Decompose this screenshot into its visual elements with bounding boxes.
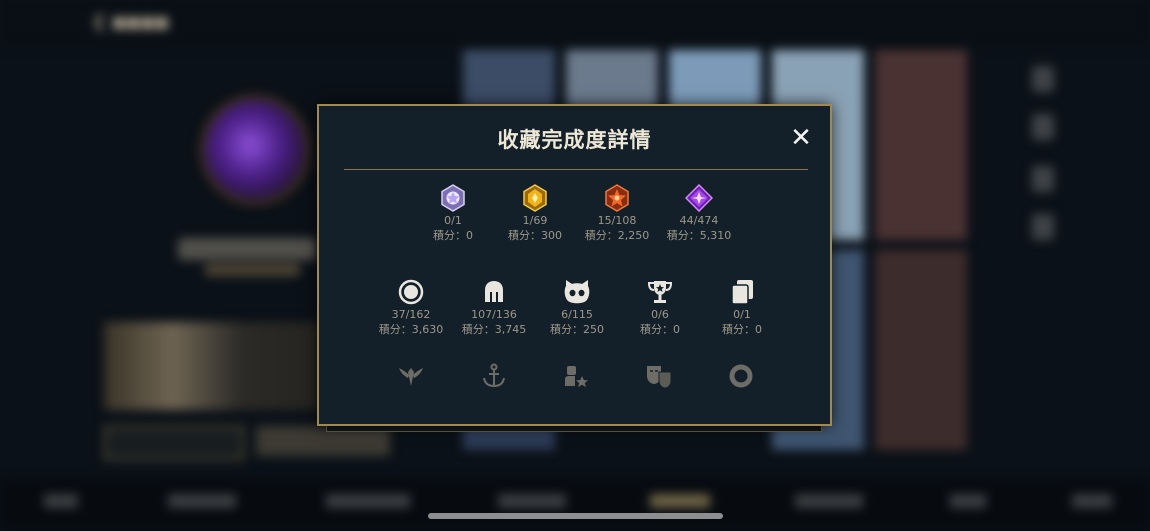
purple-white-gem-icon — [441, 184, 465, 212]
stat-score: 積分：300 — [508, 229, 562, 242]
blurred-card — [875, 50, 967, 240]
stat-circle: 37/162 積分：3,630 — [366, 278, 456, 337]
stat-count: 37/162 — [391, 308, 431, 321]
blurred-side-icon — [1032, 214, 1054, 240]
blurred-tab — [650, 494, 710, 508]
blurred-profile-name — [178, 238, 318, 260]
blurred-side-icon — [1032, 166, 1054, 192]
top-bar — [0, 0, 1150, 46]
home-indicator[interactable] — [428, 513, 723, 519]
stat-score: 積分：250 — [550, 323, 604, 336]
helmet-icon — [485, 281, 503, 302]
stat-cat-face: 6/115 積分：250 — [532, 278, 622, 337]
masks-icon — [647, 366, 672, 389]
stat-purple-white-gem: 0/1 積分：0 — [408, 184, 498, 243]
blurred-tab — [168, 494, 236, 508]
gold-gem-icon — [523, 184, 547, 212]
stat-count: 6/115 — [561, 308, 593, 321]
blurred-tab — [950, 494, 986, 508]
stat-orange-gem: 15/108 積分：2,250 — [572, 184, 662, 243]
modal-title: 收藏完成度詳情 — [497, 128, 652, 152]
blurred-tab — [326, 494, 410, 508]
stat-score: 積分：2,250 — [584, 229, 650, 242]
blurred-banner — [104, 322, 334, 410]
stat-score: 積分：0 — [722, 323, 762, 336]
blurred-side-icon — [1032, 66, 1054, 92]
stat-count: 0/6 — [651, 308, 669, 321]
blurred-tab — [795, 494, 863, 508]
blurred-header-label: ■■■■ — [112, 13, 169, 31]
blurred-card — [875, 250, 967, 450]
orange-gem-icon — [605, 184, 629, 212]
trophy-icon — [647, 281, 673, 303]
stat-count: 107/136 — [471, 308, 517, 321]
stat-purple-gem: 44/474 積分：5,310 — [654, 184, 744, 243]
blurred-tab — [498, 494, 566, 508]
stat-score: 積分：5,310 — [666, 229, 732, 242]
collection-details-modal: 收藏完成度詳情 ✕ 0/1 積分：0 1/69 積分：300 15/108 積分… — [317, 104, 832, 426]
purple-gem-icon — [685, 184, 713, 212]
stat-cards: 0/1 積分：0 — [697, 278, 787, 337]
stat-count: 0/1 — [444, 214, 462, 227]
stat-score: 積分：3,630 — [378, 323, 444, 336]
blurred-button — [104, 426, 244, 460]
blurred-side-icon — [1032, 114, 1054, 140]
blurred-tab — [1072, 494, 1112, 508]
stat-count: 15/108 — [597, 214, 637, 227]
title-divider — [344, 169, 808, 170]
stat-score: 積分：0 — [640, 323, 680, 336]
circle-icon — [398, 279, 424, 305]
close-icon[interactable]: ✕ — [787, 124, 815, 152]
blurred-profile-subtitle — [205, 264, 300, 276]
modal-shadow-edge — [326, 426, 822, 432]
stat-score: 積分：0 — [433, 229, 473, 242]
anchor-icon — [483, 363, 505, 388]
stat-count: 44/474 — [679, 214, 719, 227]
stat-score: 積分：3,745 — [461, 323, 527, 336]
cat-face-icon — [564, 280, 590, 304]
blurred-tab — [44, 494, 78, 508]
profile-emblem — [205, 100, 305, 200]
wings-emblem-icon — [399, 368, 423, 386]
stat-gold-gem: 1/69 積分：300 — [490, 184, 580, 243]
stat-trophy: 0/6 積分：0 — [615, 278, 705, 337]
cards-icon — [731, 280, 753, 305]
back-chevron-icon: ❮ — [92, 12, 107, 32]
stat-count: 1/69 — [522, 214, 548, 227]
stat-count: 0/1 — [733, 308, 751, 321]
stat-helmet: 107/136 積分：3,745 — [449, 278, 539, 337]
ring-icon — [729, 364, 753, 388]
person-star-icon — [565, 366, 588, 387]
